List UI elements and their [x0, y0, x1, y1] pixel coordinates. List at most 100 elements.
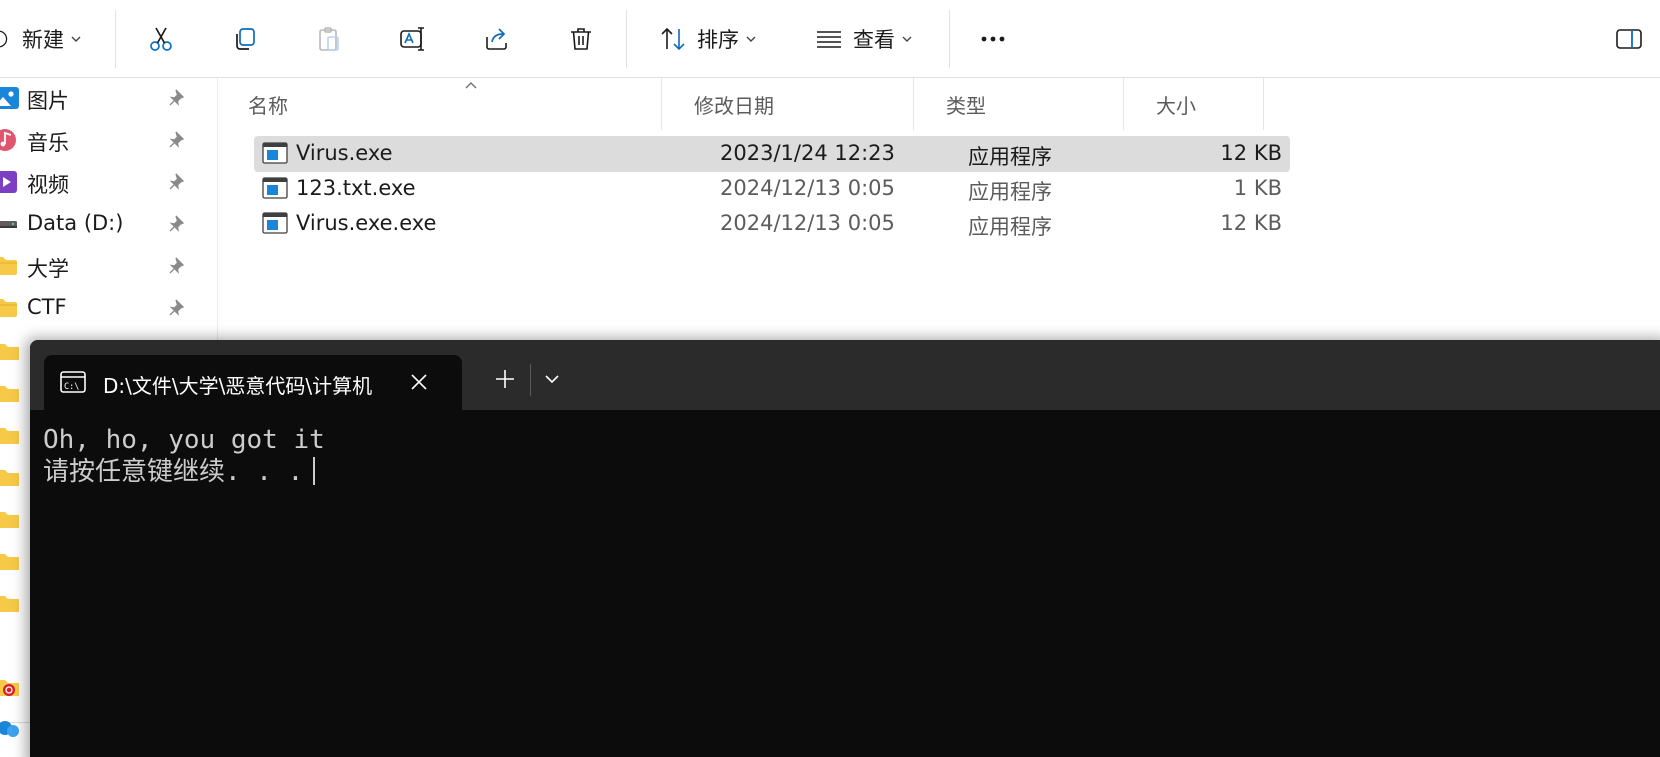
chevron-down-icon — [902, 36, 912, 42]
file-size: 1 KB — [1233, 176, 1282, 200]
pin-icon[interactable] — [168, 298, 188, 318]
nav-item-university[interactable]: 大学 — [0, 246, 200, 286]
exe-file-icon — [262, 142, 288, 164]
svg-text:C:\: C:\ — [64, 382, 79, 392]
music-icon — [0, 129, 16, 151]
details-pane-icon — [1616, 29, 1642, 49]
file-name: 123.txt.exe — [296, 176, 416, 200]
creative-cloud-folder-icon[interactable] — [0, 678, 22, 698]
folder-icon[interactable] — [0, 468, 22, 488]
file-type: 应用程序 — [968, 180, 1052, 204]
close-icon[interactable] — [410, 373, 428, 391]
toolbar-separator — [626, 10, 627, 68]
folder-icon — [0, 257, 17, 275]
command-prompt-icon: C:\ — [60, 371, 86, 393]
file-size: 12 KB — [1220, 141, 1282, 165]
file-name: Virus.exe.exe — [296, 211, 437, 235]
nav-label: CTF — [27, 295, 67, 319]
toolbar-separator — [949, 10, 950, 68]
terminal-output[interactable]: Oh, ho, you got it 请按任意键继续. . . — [43, 424, 325, 488]
nav-item-ctf[interactable]: CTF — [0, 288, 200, 328]
folder-icon — [0, 299, 17, 317]
chevron-down-icon — [746, 36, 756, 42]
chevron-down-icon — [71, 36, 81, 42]
pin-icon[interactable] — [168, 172, 188, 192]
nav-label: 音乐 — [27, 131, 69, 155]
file-modified: 2024/12/13 0:05 — [720, 211, 895, 235]
file-type: 应用程序 — [968, 145, 1052, 169]
desktop: 新建 排序 查看 图片 音乐 视频 Data (D:) 大学 CTF 名称 修改… — [0, 0, 1660, 757]
toolbar-separator — [115, 10, 116, 68]
new-button[interactable]: 新建 — [0, 14, 98, 64]
view-label: 查看 — [853, 28, 895, 52]
pin-icon[interactable] — [168, 88, 188, 108]
onedrive-icon[interactable] — [0, 718, 22, 738]
column-header-type[interactable]: 类型 — [914, 78, 1124, 130]
cut-icon — [150, 27, 172, 51]
terminal-tab-title: D:\文件\大学\恶意代码\计算机 — [103, 374, 373, 398]
pin-icon[interactable] — [168, 130, 188, 150]
new-tab-plus-icon[interactable] — [494, 368, 516, 390]
column-header-modified[interactable]: 修改日期 — [662, 78, 914, 130]
file-type: 应用程序 — [968, 215, 1052, 239]
column-header-name[interactable]: 名称 — [216, 78, 662, 130]
folder-icon[interactable] — [0, 510, 22, 530]
terminal-tab-bar: C:\ D:\文件\大学\恶意代码\计算机 — [30, 340, 1660, 410]
view-list-icon — [817, 31, 841, 48]
folder-icon[interactable] — [0, 594, 22, 614]
nav-label: 视频 — [27, 173, 69, 197]
share-icon — [486, 28, 507, 50]
table-row[interactable]: 123.txt.exe 2024/12/13 0:05 应用程序 1 KB — [254, 171, 1290, 207]
pin-icon[interactable] — [168, 256, 188, 276]
column-header-label: 修改日期 — [694, 93, 774, 118]
copy-button[interactable] — [220, 14, 270, 64]
terminal-line: Oh, ho, you got it — [43, 425, 325, 455]
file-modified: 2024/12/13 0:05 — [720, 176, 895, 200]
chevron-down-icon[interactable] — [544, 372, 560, 386]
file-modified: 2023/1/24 12:23 — [720, 141, 895, 165]
video-icon — [0, 171, 17, 193]
share-button[interactable] — [472, 14, 522, 64]
trash-icon — [571, 28, 591, 50]
column-header-size[interactable]: 大小 — [1124, 78, 1264, 130]
more-options-button[interactable] — [968, 14, 1018, 64]
cut-button[interactable] — [136, 14, 186, 64]
exe-file-icon — [262, 212, 288, 234]
table-row[interactable]: Virus.exe 2023/1/24 12:23 应用程序 12 KB — [254, 136, 1290, 172]
sort-label: 排序 — [697, 28, 739, 52]
terminal-window[interactable]: C:\ D:\文件\大学\恶意代码\计算机 Oh, ho, you got it… — [30, 340, 1660, 757]
command-bar: 新建 排序 查看 — [0, 0, 1660, 78]
new-icon — [0, 30, 8, 48]
pictures-icon — [0, 87, 19, 109]
folder-icon[interactable] — [0, 384, 22, 404]
nav-item-music[interactable]: 音乐 — [0, 120, 200, 160]
pin-icon[interactable] — [168, 214, 188, 234]
rename-icon — [400, 27, 424, 51]
sort-icon — [661, 27, 685, 51]
text-cursor — [313, 457, 316, 485]
drive-icon — [0, 221, 17, 228]
nav-label: Data (D:) — [27, 211, 124, 235]
column-header-label: 名称 — [248, 93, 288, 118]
nav-item-data-drive[interactable]: Data (D:) — [0, 204, 200, 244]
terminal-line: 请按任意键继续. . . — [43, 457, 304, 487]
folder-icon[interactable] — [0, 426, 22, 446]
view-button[interactable]: 查看 — [806, 14, 922, 64]
paste-button[interactable] — [304, 14, 354, 64]
table-row[interactable]: Virus.exe.exe 2024/12/13 0:05 应用程序 12 KB — [254, 206, 1290, 242]
nav-item-videos[interactable]: 视频 — [0, 162, 200, 202]
folder-icon[interactable] — [0, 342, 22, 362]
column-header-label: 类型 — [946, 93, 986, 118]
more-icon — [981, 36, 1005, 42]
copy-icon — [236, 28, 255, 50]
column-header-label: 大小 — [1156, 93, 1196, 118]
terminal-line-with-cursor: 请按任意键继续. . . — [43, 456, 325, 488]
paste-icon — [319, 27, 339, 51]
folder-icon[interactable] — [0, 552, 22, 572]
sort-button[interactable]: 排序 — [650, 14, 766, 64]
nav-item-pictures[interactable]: 图片 — [0, 78, 200, 118]
delete-button[interactable] — [556, 14, 606, 64]
details-pane-button[interactable] — [1604, 14, 1654, 64]
rename-button[interactable] — [388, 14, 438, 64]
terminal-tab[interactable]: C:\ D:\文件\大学\恶意代码\计算机 — [44, 355, 462, 410]
